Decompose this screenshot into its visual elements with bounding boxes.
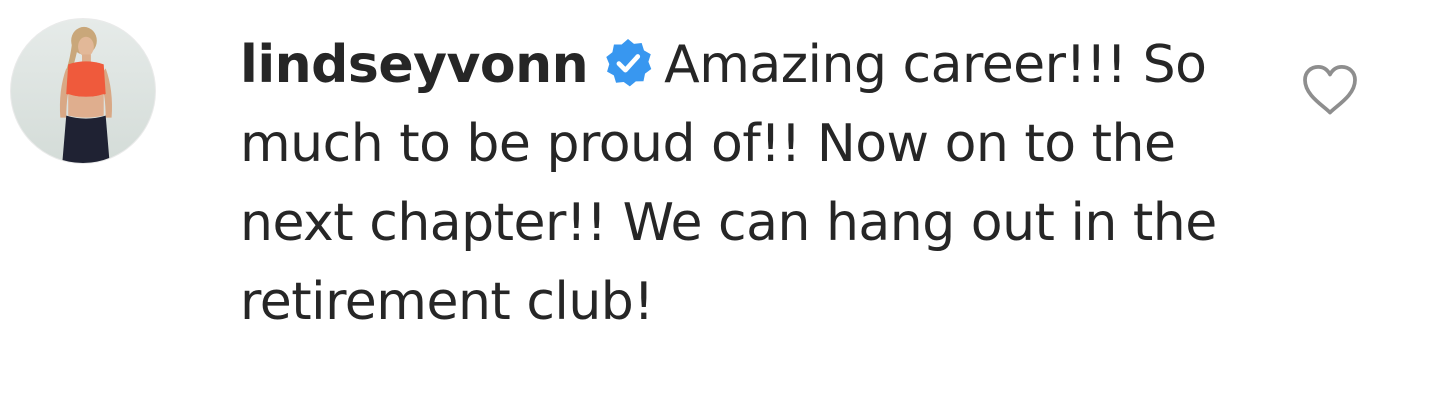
verified-badge-icon <box>602 37 654 89</box>
comment-body: lindseyvonn Amazing career!!! So much to… <box>240 26 1230 342</box>
avatar-photo <box>11 19 155 163</box>
comment-row: lindseyvonn Amazing career!!! So much to… <box>0 0 1440 410</box>
avatar[interactable] <box>10 18 156 164</box>
like-button[interactable] <box>1300 62 1360 118</box>
comment-username[interactable]: lindseyvonn <box>240 35 589 95</box>
heart-outline-icon <box>1303 65 1357 115</box>
